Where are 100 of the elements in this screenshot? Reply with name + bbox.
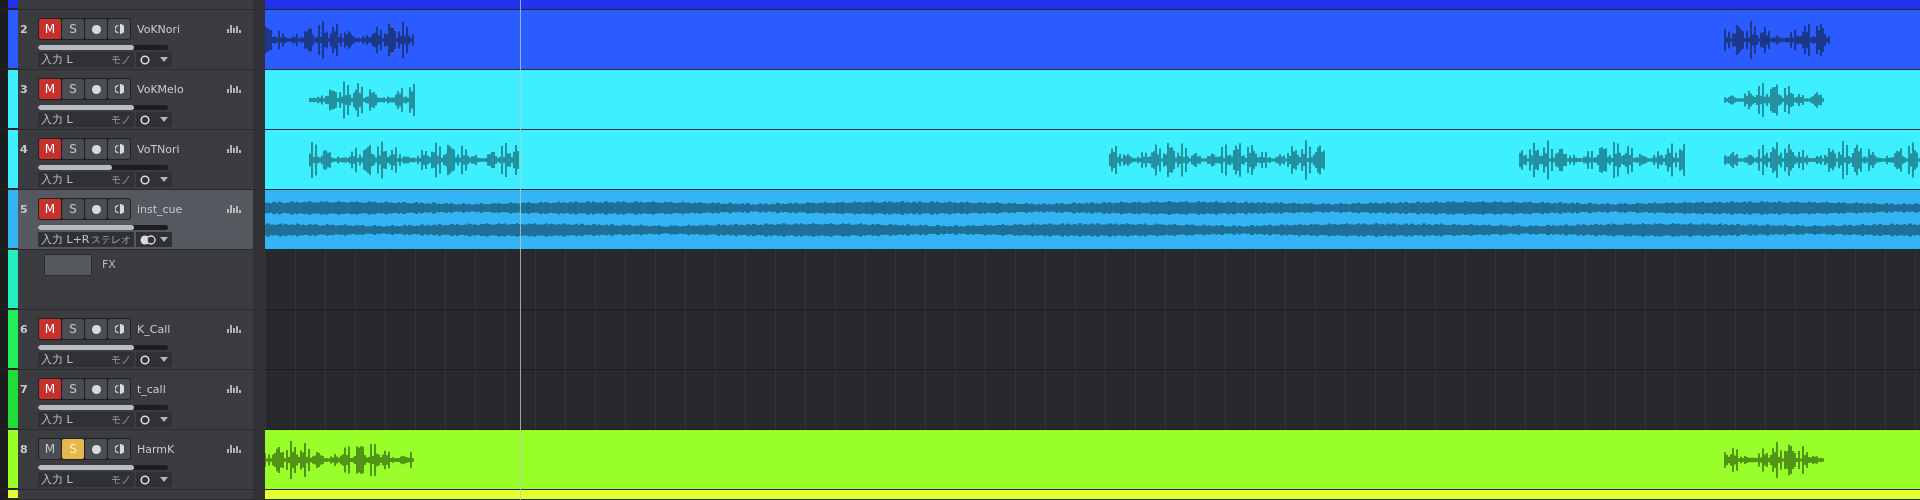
input-selector[interactable]: 入力 L モノ (38, 172, 134, 187)
track-name: VoKMelo (137, 82, 185, 96)
caret-icon (160, 417, 168, 422)
mute-button[interactable]: M (39, 79, 61, 99)
caret-icon (160, 57, 168, 62)
solo-button[interactable]: S (62, 199, 84, 219)
solo-button[interactable]: S (62, 139, 84, 159)
track-number: 7 (20, 382, 29, 396)
mute-button[interactable]: M (39, 319, 61, 339)
monitor-button[interactable] (108, 199, 130, 219)
record-icon (91, 24, 101, 34)
track-name: VoKNori (137, 22, 182, 36)
monitor-selector[interactable] (136, 352, 172, 367)
track-name: inst_cue (137, 202, 184, 216)
speaker-icon (114, 84, 124, 94)
monitor-selector[interactable] (136, 172, 172, 187)
waveform-icon[interactable] (227, 383, 243, 395)
monitor-button[interactable] (108, 19, 130, 39)
input-selector[interactable]: 入力 L モノ (38, 112, 134, 127)
volume-fader[interactable] (38, 464, 168, 470)
monitor-selector[interactable] (136, 472, 172, 487)
volume-fader[interactable] (38, 164, 168, 170)
input-selector[interactable]: 入力 L+R ステレオ (38, 232, 134, 247)
caret-icon (160, 477, 168, 482)
track-header[interactable]: 4 M S VoTNori 入力 L モノ (0, 130, 265, 190)
track-number: 6 (20, 322, 29, 336)
speaker-icon (114, 444, 124, 454)
record-icon (91, 144, 101, 154)
record-button[interactable] (85, 139, 107, 159)
caret-icon (160, 237, 168, 242)
volume-fader[interactable] (38, 344, 168, 350)
monitor-button[interactable] (108, 379, 130, 399)
caret-icon (160, 177, 168, 182)
speaker-icon (114, 384, 124, 394)
speaker-icon (114, 144, 124, 154)
mute-button[interactable]: M (39, 19, 61, 39)
ring-icon (140, 114, 150, 125)
ring-icon (140, 54, 150, 65)
speaker-icon (114, 24, 124, 34)
monitor-selector[interactable] (136, 232, 172, 247)
record-button[interactable] (85, 379, 107, 399)
record-button[interactable] (85, 319, 107, 339)
track-header[interactable]: 2 M S VoKNori 入力 L モノ (0, 10, 265, 70)
record-icon (91, 324, 101, 334)
track-header[interactable]: 7 M S t_call 入力 L モノ (0, 370, 265, 430)
record-button[interactable] (85, 79, 107, 99)
input-selector[interactable]: 入力 L モノ (38, 352, 134, 367)
volume-fader[interactable] (38, 44, 168, 50)
waveform-icon[interactable] (227, 203, 243, 215)
monitor-button[interactable] (108, 319, 130, 339)
solo-button[interactable]: S (62, 319, 84, 339)
record-button[interactable] (85, 199, 107, 219)
monitor-selector[interactable] (136, 112, 172, 127)
dual-ring-icon (140, 234, 156, 245)
ring-icon (140, 414, 150, 425)
record-button[interactable] (85, 439, 107, 459)
record-icon (91, 384, 101, 394)
track-number: 8 (20, 442, 29, 456)
monitor-selector[interactable] (136, 52, 172, 67)
monitor-selector[interactable] (136, 412, 172, 427)
track-header[interactable]: 6 M S K_Call 入力 L モノ (0, 310, 265, 370)
track-name: HarmK (137, 442, 176, 456)
input-selector[interactable]: 入力 L モノ (38, 52, 134, 67)
record-icon (91, 204, 101, 214)
track-name: t_call (137, 382, 167, 396)
input-selector[interactable]: 入力 L モノ (38, 412, 134, 427)
track-number: 4 (20, 142, 29, 156)
caret-icon (160, 117, 168, 122)
mute-button[interactable]: M (39, 139, 61, 159)
record-icon (91, 444, 101, 454)
ring-icon (140, 174, 150, 185)
waveform-icon[interactable] (227, 143, 243, 155)
waveform-icon[interactable] (227, 443, 243, 455)
record-button[interactable] (85, 19, 107, 39)
solo-button[interactable]: S (62, 379, 84, 399)
volume-fader[interactable] (38, 224, 168, 230)
track-header[interactable]: 5 M S inst_cue 入力 L+R ステレオ (0, 190, 265, 250)
mute-button[interactable]: M (39, 379, 61, 399)
track-number: 3 (20, 82, 29, 96)
input-selector[interactable]: 入力 L モノ (38, 472, 134, 487)
volume-fader[interactable] (38, 104, 168, 110)
ring-icon (140, 354, 150, 365)
track-header[interactable]: 8 M S HarmK 入力 L モノ (0, 430, 265, 490)
track-header[interactable]: 3 M S VoKMelo 入力 L モノ (0, 70, 265, 130)
solo-button[interactable]: S (62, 79, 84, 99)
mute-button[interactable]: M (39, 439, 61, 459)
track-name: VoTNori (137, 142, 181, 156)
ring-icon (140, 474, 150, 485)
monitor-button[interactable] (108, 139, 130, 159)
monitor-button[interactable] (108, 79, 130, 99)
solo-button[interactable]: S (62, 19, 84, 39)
waveform-icon[interactable] (227, 83, 243, 95)
speaker-icon (114, 324, 124, 334)
volume-fader[interactable] (38, 404, 168, 410)
mute-button[interactable]: M (39, 199, 61, 219)
waveform-icon[interactable] (227, 23, 243, 35)
monitor-button[interactable] (108, 439, 130, 459)
waveform-icon[interactable] (227, 323, 243, 335)
record-icon (91, 84, 101, 94)
track-number: 5 (20, 202, 29, 216)
